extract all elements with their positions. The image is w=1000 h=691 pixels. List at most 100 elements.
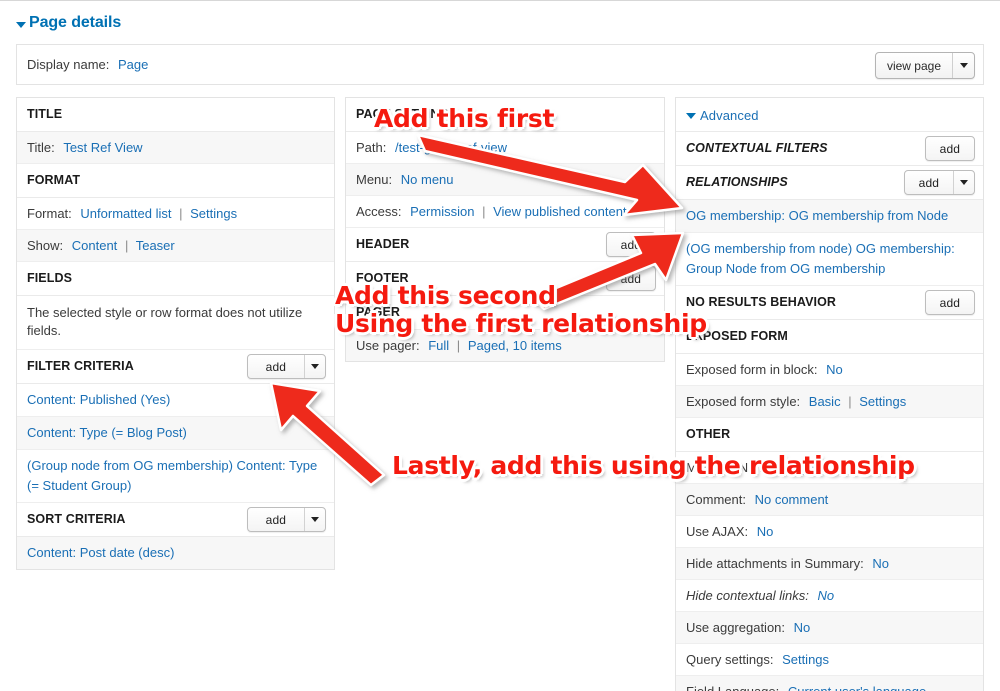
fields-note: The selected style or row format does no…	[17, 296, 334, 350]
list-item[interactable]: Content: Published (Yes)	[17, 384, 334, 417]
add-button-label: add	[939, 141, 960, 156]
row-menu: Menu: No menu	[346, 164, 664, 196]
section-heading-filter-criteria: FILTER CRITERIA add	[17, 350, 334, 384]
separator: |	[124, 238, 129, 253]
chevron-down-icon	[686, 113, 696, 119]
row-hide-attachments: Hide attachments in Summary: No	[676, 548, 983, 580]
row-field-language: Field Language: Current user's language	[676, 676, 983, 691]
section-heading-text: HEADER	[356, 237, 410, 251]
annotation-add-this-second: Add this second	[335, 281, 556, 310]
row-exposed-form-style: Exposed form style: Basic | Settings	[676, 386, 983, 418]
row-label: Query settings:	[686, 652, 774, 667]
filter-criteria-link[interactable]: (Group node from OG membership) Content:…	[27, 458, 317, 493]
row-label: Use aggregation:	[686, 620, 786, 635]
sort-criteria-link[interactable]: Content: Post date (desc)	[27, 545, 174, 560]
row-label: Exposed form in block:	[686, 362, 818, 377]
row-access: Access: Permission | View published cont…	[346, 196, 664, 228]
page-details-title[interactable]: Page details	[16, 14, 121, 32]
use-ajax-link[interactable]: No	[757, 524, 774, 539]
list-item[interactable]: Content: Type (= Blog Post)	[17, 417, 334, 450]
query-settings-link[interactable]: Settings	[782, 652, 829, 667]
view-page-button[interactable]: view page	[874, 52, 975, 79]
row-use-ajax: Use AJAX: No	[676, 516, 983, 548]
row-label: Path:	[356, 140, 387, 155]
format-settings-link[interactable]: Settings	[190, 206, 237, 221]
left-column: TITLE Title: Test Ref View FORMAT Format…	[16, 97, 335, 570]
add-header-button[interactable]: add	[605, 232, 656, 257]
list-item[interactable]: (OG membership from node) OG membership:…	[676, 233, 983, 286]
format-value-link[interactable]: Unformatted list	[80, 206, 171, 221]
advanced-toggle[interactable]: Advanced	[676, 98, 983, 132]
list-item[interactable]: OG membership: OG membership from Node	[676, 200, 983, 233]
caret-down-icon	[311, 364, 319, 369]
section-heading-text: RELATIONSHIPS	[686, 175, 788, 189]
path-value-link[interactable]: /test-group-ref-view	[395, 140, 507, 155]
hide-attachments-link[interactable]: No	[872, 556, 889, 571]
filter-criteria-link[interactable]: Content: Published (Yes)	[27, 392, 170, 407]
menu-value-link[interactable]: No menu	[401, 172, 454, 187]
relationship-link[interactable]: (OG membership from node) OG membership:…	[686, 241, 955, 276]
add-filter-dropdown-toggle[interactable]	[304, 355, 325, 378]
exposed-form-settings-link[interactable]: Settings	[859, 394, 906, 409]
list-item[interactable]: (Group node from OG membership) Content:…	[17, 450, 334, 503]
section-heading-text: NO RESULTS BEHAVIOR	[686, 295, 837, 309]
section-heading-other: OTHER	[676, 418, 983, 452]
show-teaser-link[interactable]: Teaser	[136, 238, 175, 253]
caret-down-icon	[960, 180, 968, 185]
add-relationship-dropdown-toggle[interactable]	[953, 171, 974, 194]
show-value-link[interactable]: Content	[72, 238, 118, 253]
row-label: Use AJAX:	[686, 524, 749, 539]
row-title: Title: Test Ref View	[17, 132, 334, 164]
annotation-add-this-first: Add this first	[374, 104, 555, 133]
caret-down-icon	[959, 63, 968, 68]
add-button-label: add	[939, 295, 960, 310]
row-query-settings: Query settings: Settings	[676, 644, 983, 676]
section-heading-no-results-behavior: NO RESULTS BEHAVIOR add	[676, 286, 983, 320]
add-filter-criteria-button[interactable]: add	[246, 354, 326, 379]
section-heading-text: SORT CRITERIA	[27, 512, 126, 526]
add-button-label: add	[918, 175, 939, 190]
add-button-label: add	[265, 359, 286, 374]
add-button-label: add	[620, 237, 641, 252]
advanced-label: Advanced	[700, 107, 759, 123]
access-permission-link[interactable]: View published content	[493, 204, 626, 219]
display-name-value-link[interactable]: Page	[118, 57, 148, 72]
add-sort-criteria-button[interactable]: add	[246, 507, 326, 532]
chevron-down-icon	[16, 21, 26, 28]
hide-contextual-links-link[interactable]: No	[817, 588, 834, 603]
filter-criteria-link[interactable]: Content: Type (= Blog Post)	[27, 425, 187, 440]
relationship-link[interactable]: OG membership: OG membership from Node	[686, 208, 948, 223]
add-button-label: add	[265, 512, 286, 527]
row-use-aggregation: Use aggregation: No	[676, 612, 983, 644]
row-hide-contextual-links: Hide contextual links: No	[676, 580, 983, 612]
exposed-form-style-link[interactable]: Basic	[809, 394, 841, 409]
row-show: Show: Content | Teaser	[17, 230, 334, 262]
pager-items-link[interactable]: Paged, 10 items	[468, 338, 562, 353]
access-value-link[interactable]: Permission	[410, 204, 474, 219]
exposed-form-in-block-link[interactable]: No	[826, 362, 843, 377]
display-name-bar: Display name: Page view page	[16, 44, 984, 85]
page-title: Page details	[29, 14, 122, 31]
use-aggregation-link[interactable]: No	[794, 620, 811, 635]
separator: |	[848, 394, 852, 409]
add-no-results-button[interactable]: add	[924, 290, 975, 315]
list-item[interactable]: Content: Post date (desc)	[17, 537, 334, 569]
section-heading-header: HEADER add	[346, 228, 664, 262]
row-exposed-form-in-block: Exposed form in block: No	[676, 354, 983, 386]
section-heading-fields: FIELDS	[17, 262, 334, 296]
pager-type-link[interactable]: Full	[428, 338, 449, 353]
row-label: Title:	[27, 140, 55, 155]
title-value-link[interactable]: Test Ref View	[63, 140, 142, 155]
field-language-link[interactable]: Current user's language	[788, 684, 926, 691]
view-page-dropdown-toggle[interactable]	[952, 53, 974, 78]
views-ui-page-details-screen: Page details Display name: Page view pag…	[0, 0, 1000, 691]
add-relationship-button[interactable]: add	[903, 170, 975, 195]
row-label: Exposed form style:	[686, 394, 801, 409]
add-footer-button[interactable]: add	[605, 266, 656, 291]
annotation-lastly-add-this: Lastly, add this using the relationship	[392, 451, 915, 480]
section-heading-format: FORMAT	[17, 164, 334, 198]
row-label: Format:	[27, 206, 72, 221]
comment-link[interactable]: No comment	[755, 492, 829, 507]
add-sort-dropdown-toggle[interactable]	[304, 508, 325, 531]
add-contextual-filter-button[interactable]: add	[924, 136, 975, 161]
